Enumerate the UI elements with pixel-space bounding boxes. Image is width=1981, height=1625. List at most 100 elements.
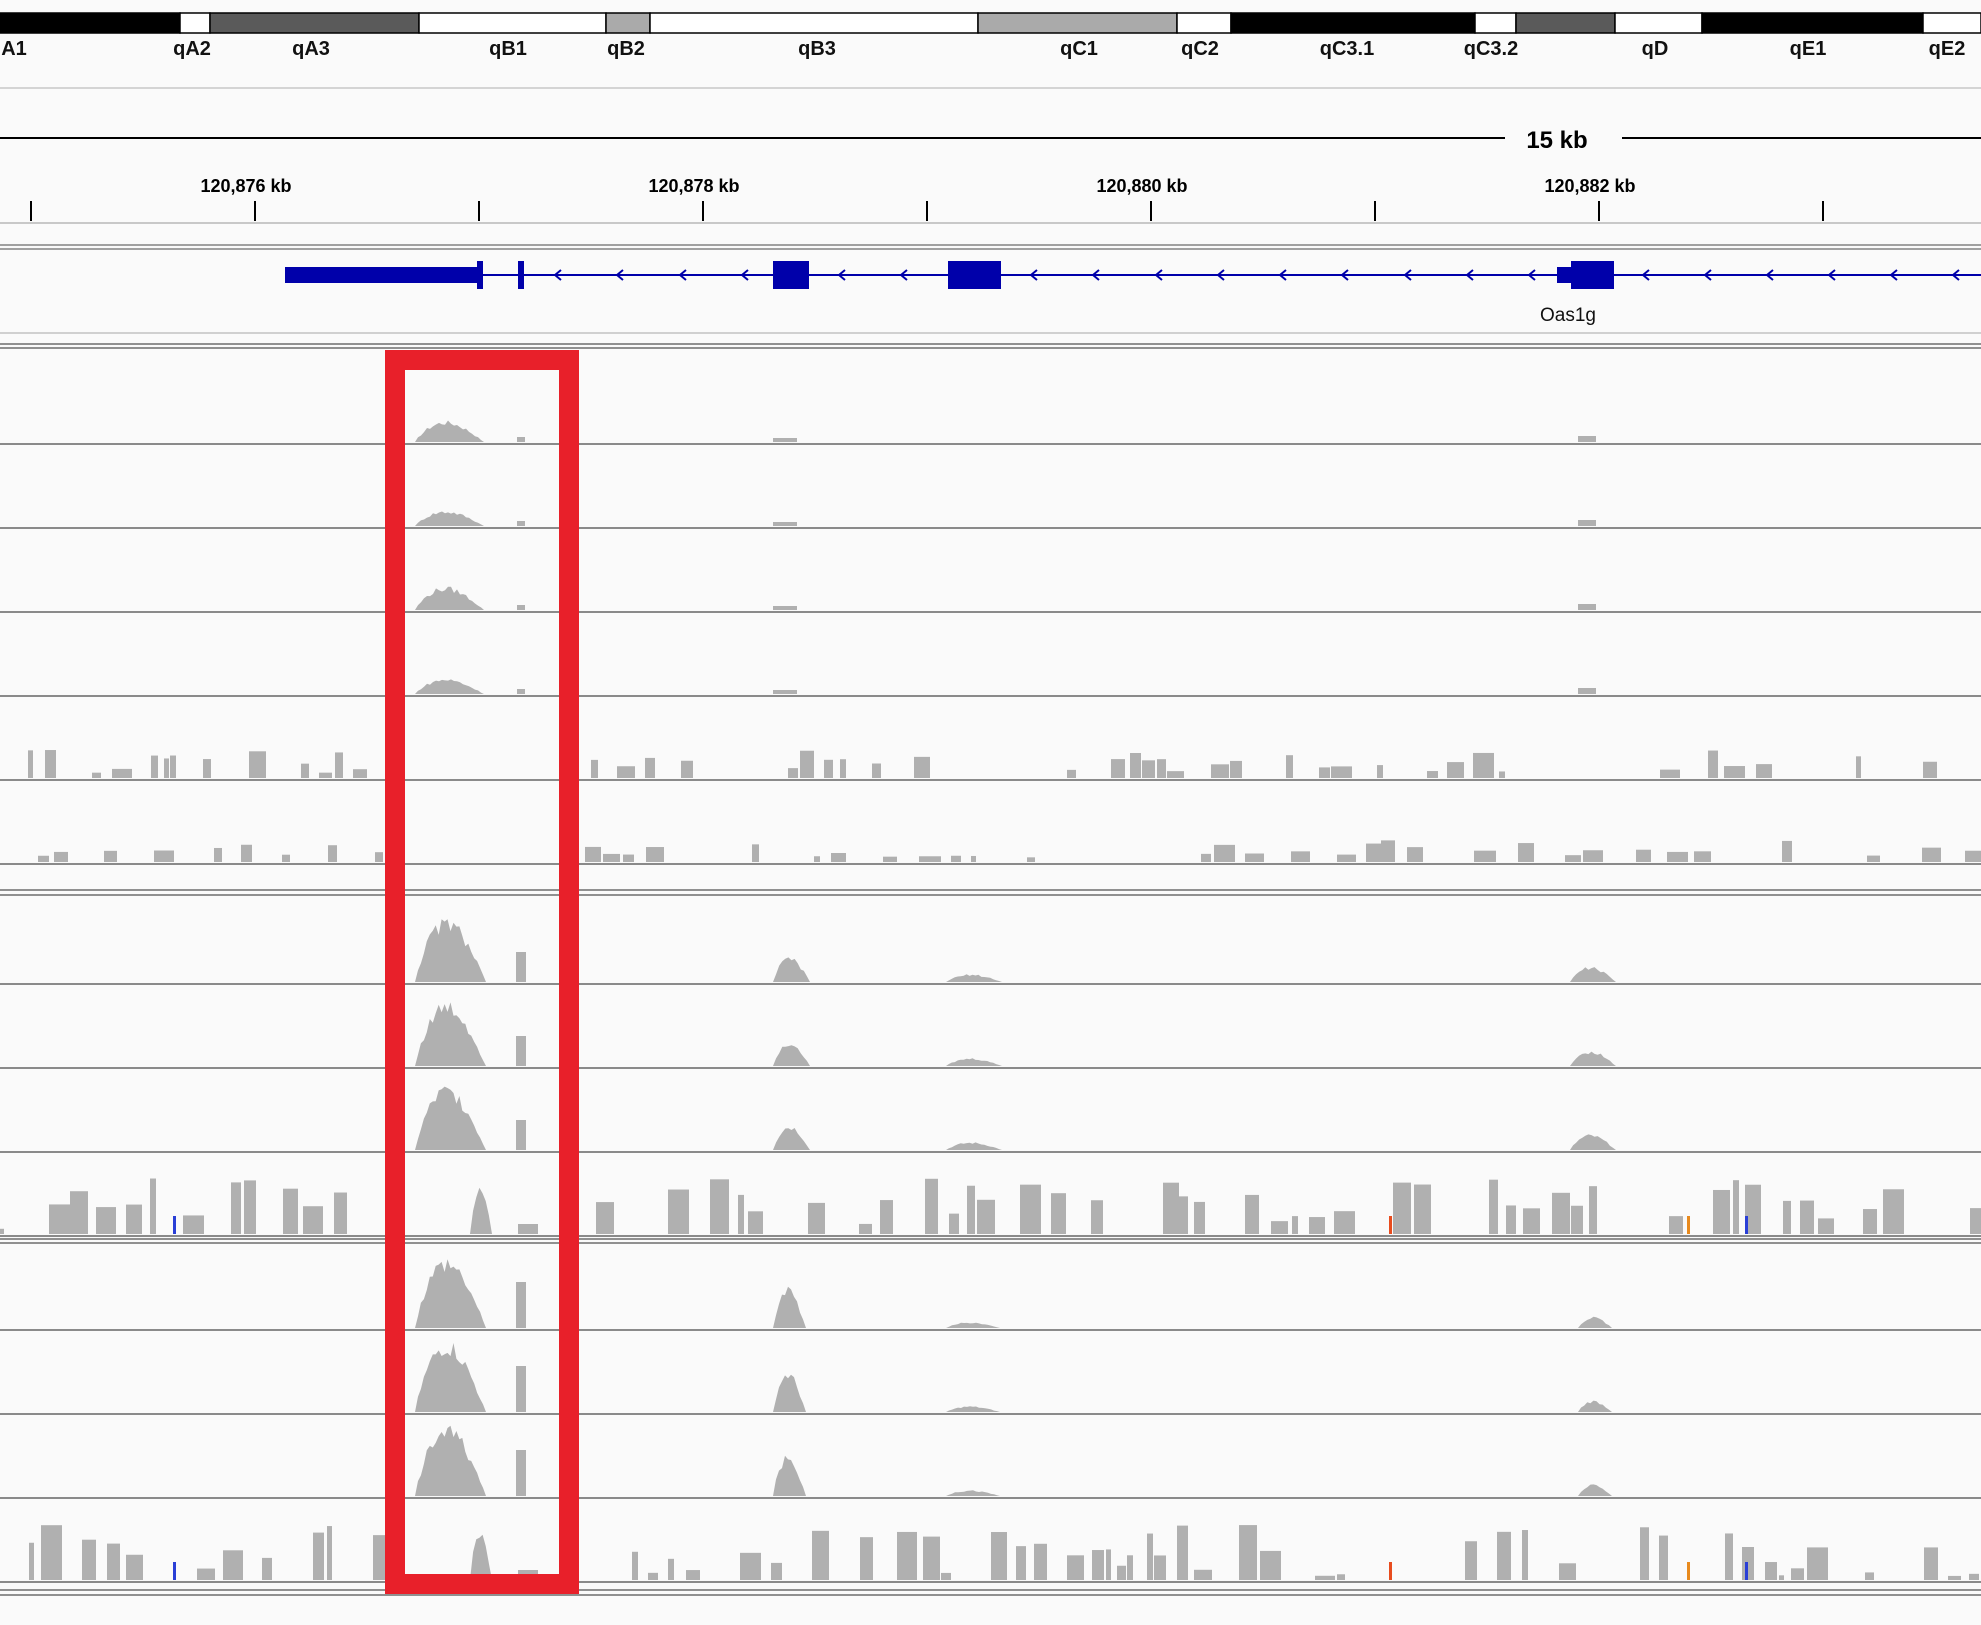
- mismatch-mark: [173, 1216, 176, 1234]
- coverage-bar: [1337, 854, 1356, 862]
- coverage-bar: [151, 755, 158, 778]
- coverage-bar: [1211, 764, 1229, 778]
- coverage-track[interactable]: [0, 750, 1981, 781]
- coverage-bar: [1179, 1196, 1188, 1234]
- coverage-bar: [1177, 1525, 1188, 1580]
- coverage-track[interactable]: [0, 919, 1981, 985]
- coverage-bar: [375, 852, 383, 862]
- coverage-bar: [1465, 1541, 1477, 1580]
- coverage-bar: [1970, 1208, 1981, 1234]
- ideogram-band[interactable]: [209, 12, 420, 34]
- coverage-track[interactable]: [0, 586, 1981, 613]
- coverage-track[interactable]: [0, 1343, 1981, 1415]
- coverage-bar: [1337, 1574, 1345, 1580]
- coverage-bar: [859, 1223, 872, 1234]
- coverage-bar: [1863, 1209, 1877, 1234]
- coverage-bar: [603, 853, 620, 862]
- coverage-track[interactable]: [0, 840, 1981, 865]
- tick-label-120878: 120,878 kb: [648, 176, 739, 196]
- mismatch-mark: [1389, 1562, 1392, 1580]
- ideogram-band[interactable]: [0, 12, 181, 34]
- coverage-bar: [1414, 1184, 1431, 1234]
- coverage-bar: [1659, 1535, 1668, 1580]
- coverage-bar: [1167, 771, 1184, 778]
- coverage-bar: [328, 845, 337, 862]
- coverage-peak: [946, 1058, 1002, 1066]
- coverage-bar: [1497, 1531, 1511, 1580]
- coverage-bar: [319, 772, 332, 778]
- ideogram-band[interactable]: [977, 12, 1178, 34]
- ideogram-band[interactable]: [1515, 12, 1616, 34]
- coverage-track[interactable]: [0, 1086, 1981, 1153]
- band-label-qe1: qE1: [1789, 38, 1827, 60]
- coverage-bar: [1067, 1555, 1084, 1580]
- coverage-track[interactable]: [0, 1525, 1981, 1583]
- ideogram-band[interactable]: [605, 12, 651, 34]
- coverage-track[interactable]: [0, 679, 1981, 697]
- separator: [0, 87, 1981, 89]
- coverage-peak: [773, 957, 810, 982]
- coverage-track[interactable]: [0, 1259, 1981, 1331]
- coverage-track[interactable]: [0, 420, 1981, 445]
- mismatch-mark: [1389, 1216, 1392, 1234]
- coverage-track[interactable]: [0, 1425, 1981, 1499]
- ideogram-band[interactable]: [418, 12, 607, 34]
- coverage-bar: [107, 1543, 120, 1580]
- coverage-peak: [773, 1374, 806, 1412]
- tick-label-120880: 120,880 kb: [1096, 176, 1187, 196]
- gene-exon: [285, 267, 483, 283]
- coverage-bar: [883, 856, 897, 862]
- ideogram-band[interactable]: [1176, 12, 1232, 34]
- coverage-bar: [1499, 771, 1505, 778]
- coverage-bar: [1506, 1205, 1516, 1234]
- coverage-bar: [353, 769, 367, 778]
- ideogram-band[interactable]: [179, 12, 211, 34]
- ideogram-band[interactable]: [1474, 12, 1517, 34]
- ideogram-band[interactable]: [649, 12, 979, 34]
- gene-track[interactable]: Oas1g: [0, 240, 1981, 340]
- coverage-bar: [1111, 759, 1125, 778]
- coverage-bar: [914, 756, 930, 778]
- scale-label: 15 kb: [1526, 127, 1587, 154]
- coverage-bar: [814, 856, 820, 862]
- coverage-bar: [1067, 769, 1076, 778]
- coverage-track[interactable]: [0, 1178, 1981, 1237]
- coverage-bar: [313, 1532, 324, 1580]
- coverage-bar: [1667, 851, 1688, 862]
- coverage-bar: [1865, 1572, 1874, 1580]
- coverage-bar: [1239, 1525, 1257, 1580]
- coverage-track[interactable]: [0, 1002, 1981, 1069]
- ideogram-band[interactable]: [1614, 12, 1703, 34]
- ideogram-band[interactable]: [1922, 12, 1981, 34]
- coverage-bar: [1230, 760, 1242, 778]
- coverage-bar: [872, 763, 881, 778]
- coverage-bar: [249, 751, 266, 778]
- chromosome-ideogram[interactable]: [0, 12, 1981, 34]
- coverage-bar: [1713, 1189, 1730, 1234]
- coverage-bar: [1292, 1216, 1298, 1234]
- band-label-qb2: qB2: [607, 38, 645, 60]
- coverage-bar: [773, 522, 797, 526]
- coverage-bar: [1756, 764, 1772, 778]
- coverage-tracks[interactable]: [0, 340, 1981, 1625]
- ideogram-band[interactable]: [1701, 12, 1924, 34]
- coverage-bar: [197, 1568, 215, 1580]
- coverage-bar: [1800, 1200, 1814, 1234]
- coverage-bar: [591, 759, 598, 778]
- coverage-bar: [1447, 762, 1464, 778]
- coverage-bar: [919, 856, 941, 862]
- coverage-bar: [1016, 1546, 1026, 1580]
- coverage-track[interactable]: [0, 511, 1981, 529]
- band-label-qa3: qA3: [292, 38, 330, 60]
- coverage-bar: [1091, 1200, 1103, 1234]
- coverage-bar: [1245, 853, 1264, 862]
- coverage-bar: [748, 1211, 763, 1234]
- gene-oas1g[interactable]: [285, 261, 1981, 289]
- coverage-bar: [1807, 1547, 1828, 1580]
- coverage-bar: [1733, 1180, 1739, 1234]
- genomic-ruler[interactable]: 15 kb 120,876 kb 120,878 kb 120,880 kb 1…: [0, 95, 1981, 225]
- coverage-bar: [1578, 436, 1596, 442]
- coverage-bar: [54, 851, 68, 862]
- ideogram-band[interactable]: [1230, 12, 1476, 34]
- coverage-bar: [29, 1542, 34, 1580]
